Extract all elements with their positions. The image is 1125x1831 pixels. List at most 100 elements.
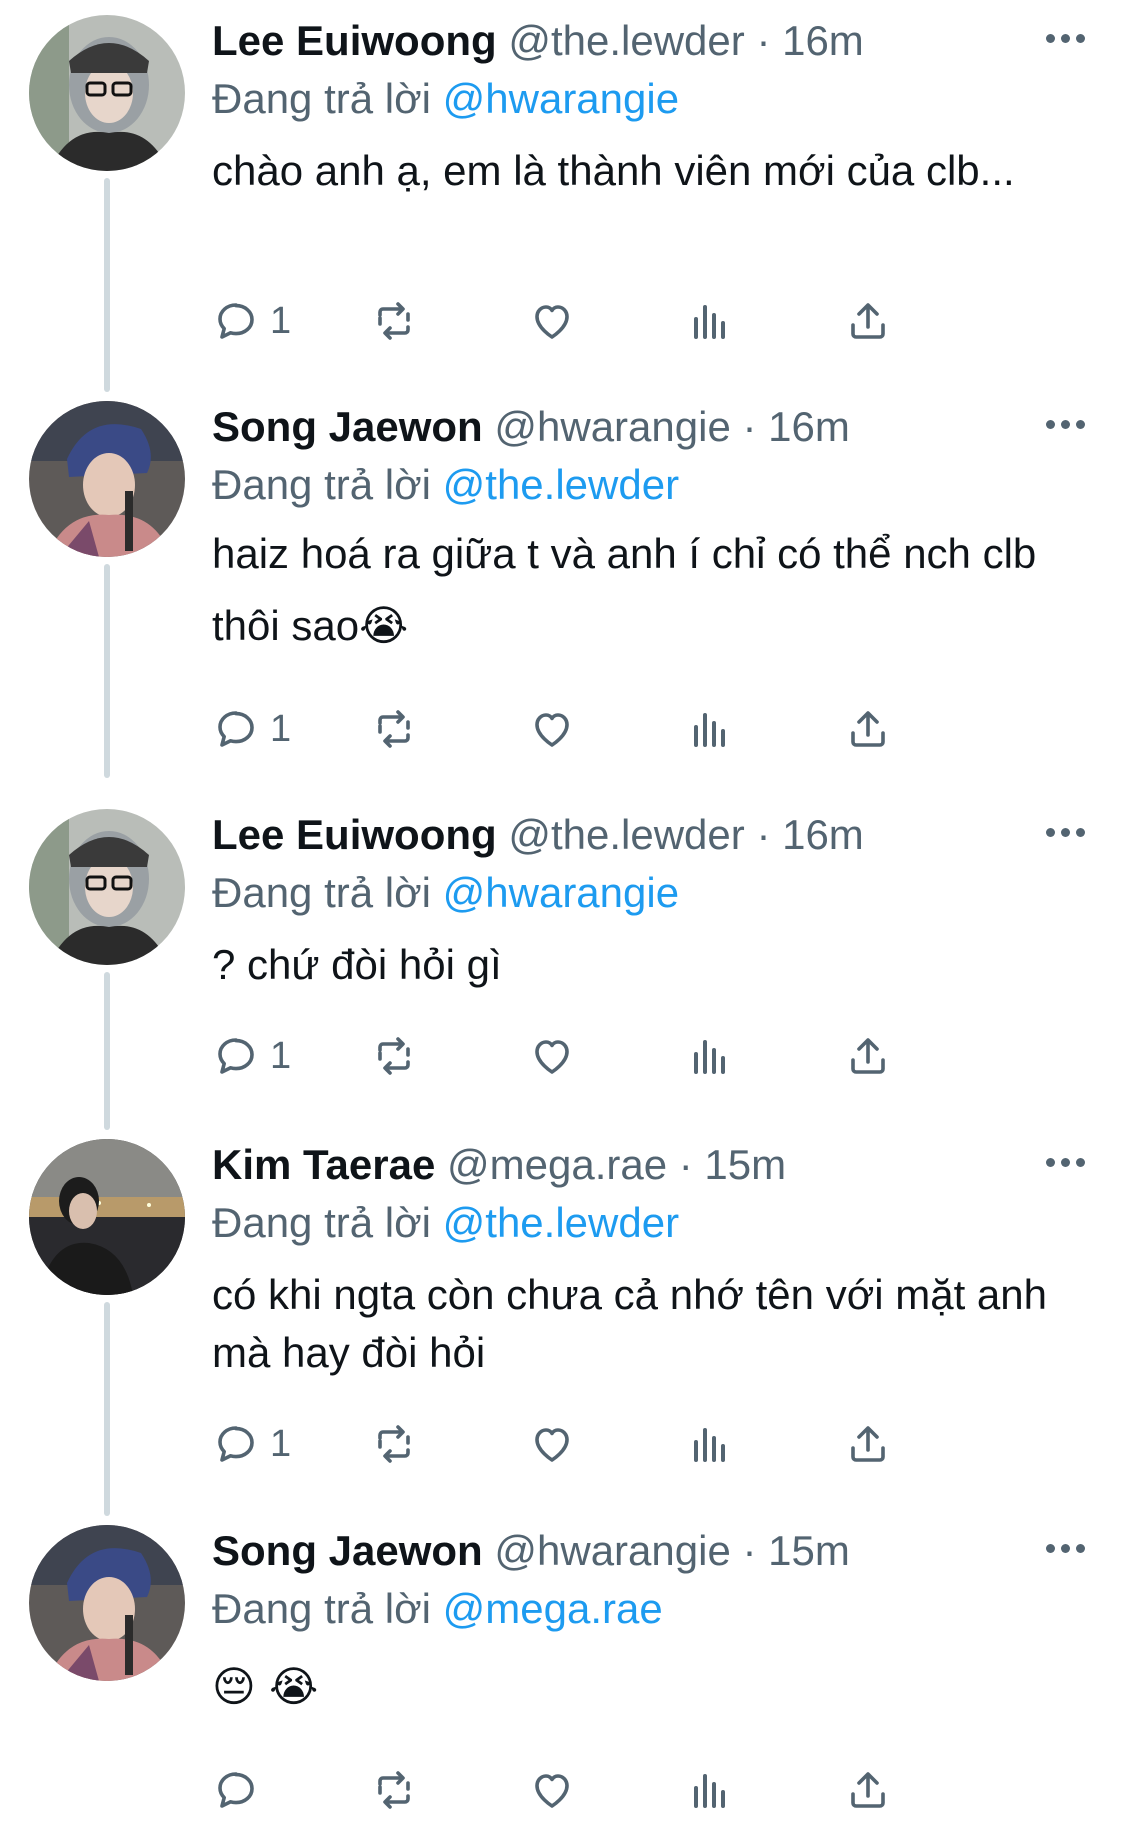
retweet-button[interactable]	[370, 293, 418, 349]
thread-line	[104, 972, 110, 1130]
retweet-button[interactable]	[370, 1762, 418, 1818]
mention-link[interactable]: @hwarangie	[443, 869, 679, 916]
avatar[interactable]	[29, 809, 185, 965]
views-icon	[694, 1774, 725, 1808]
reply-prefix: Đang trả lời	[212, 75, 431, 122]
tweet[interactable]: Song Jaewon @hwarangie · 16m Đang trả lờ…	[0, 386, 1125, 778]
more-icon[interactable]	[1046, 420, 1085, 429]
avatar[interactable]	[29, 15, 185, 171]
tweet-text: haiz hoá ra giữa t và anh í chỉ có thể n…	[212, 530, 1037, 649]
timestamp[interactable]: · 16m	[756, 17, 863, 64]
tweet[interactable]: Song Jaewon @hwarangie · 15m Đang trả lờ…	[0, 1510, 1125, 1831]
reply-context: Đang trả lời @the.lewder	[212, 1194, 1062, 1252]
share-icon	[851, 1038, 885, 1074]
action-bar: 1	[212, 1028, 1012, 1084]
more-icon[interactable]	[1046, 1158, 1085, 1167]
thread-line	[104, 1302, 110, 1516]
reply-context: Đang trả lời @mega.rae	[212, 1580, 1062, 1638]
tweet-header: Lee Euiwoong @the.lewder · 16m	[212, 12, 1062, 70]
tweet[interactable]: Lee Euiwoong @the.lewder · 16m Đang trả …	[0, 0, 1125, 392]
retweet-icon	[378, 710, 410, 748]
tweet-header: Song Jaewon @hwarangie · 16m	[212, 398, 1062, 456]
reply-button[interactable]: 1	[212, 701, 291, 757]
views-button[interactable]	[686, 1762, 734, 1818]
action-bar: 1	[212, 293, 1012, 349]
avatar[interactable]	[29, 1139, 185, 1295]
views-button[interactable]	[686, 1028, 734, 1084]
thread-line	[104, 178, 110, 392]
reply-count: 1	[270, 707, 292, 750]
like-button[interactable]	[528, 701, 576, 757]
more-icon[interactable]	[1046, 828, 1085, 837]
tweet-text: 😔 😭	[212, 1662, 319, 1711]
like-button[interactable]	[528, 1416, 576, 1472]
reply-icon	[218, 711, 254, 747]
reply-button[interactable]: 1	[212, 293, 291, 349]
reply-count: 1	[270, 299, 292, 342]
views-icon	[694, 305, 725, 339]
reply-button[interactable]: 1	[212, 1416, 291, 1472]
views-button[interactable]	[686, 1416, 734, 1472]
reply-icon	[218, 1038, 254, 1074]
share-icon	[851, 303, 885, 339]
timestamp[interactable]: · 16m	[742, 403, 849, 450]
display-name[interactable]: Lee Euiwoong	[212, 17, 497, 64]
heart-icon	[535, 1428, 569, 1462]
tweet[interactable]: Lee Euiwoong @the.lewder · 16m Đang trả …	[0, 794, 1125, 1130]
mention-link[interactable]: @the.lewder	[443, 461, 679, 508]
like-button[interactable]	[528, 1762, 576, 1818]
retweet-icon	[378, 1037, 410, 1075]
tweet-text: có khi ngta còn chưa cả nhớ tên với mặt …	[212, 1271, 1047, 1376]
like-button[interactable]	[528, 293, 576, 349]
more-icon[interactable]	[1046, 34, 1085, 43]
retweet-button[interactable]	[370, 1416, 418, 1472]
views-button[interactable]	[686, 701, 734, 757]
share-button[interactable]	[844, 1416, 892, 1472]
username[interactable]: @hwarangie	[494, 1527, 730, 1574]
tweet[interactable]: Kim Taerae @mega.rae · 15m Đang trả lời …	[0, 1124, 1125, 1516]
timestamp[interactable]: · 15m	[742, 1527, 849, 1574]
display-name[interactable]: Song Jaewon	[212, 1527, 483, 1574]
thread-line	[104, 564, 110, 778]
display-name[interactable]: Kim Taerae	[212, 1141, 435, 1188]
retweet-icon	[378, 1425, 410, 1463]
reply-button[interactable]	[212, 1762, 270, 1818]
more-icon[interactable]	[1046, 1544, 1085, 1553]
share-button[interactable]	[844, 701, 892, 757]
timestamp[interactable]: · 15m	[679, 1141, 786, 1188]
views-button[interactable]	[686, 293, 734, 349]
share-button[interactable]	[844, 293, 892, 349]
reply-count: 1	[270, 1034, 292, 1077]
mention-link[interactable]: @mega.rae	[443, 1585, 663, 1632]
reply-context: Đang trả lời @the.lewder	[212, 456, 1062, 514]
share-icon	[851, 1426, 885, 1462]
mention-link[interactable]: @the.lewder	[443, 1199, 679, 1246]
reply-prefix: Đang trả lời	[212, 1585, 431, 1632]
tweet-header: Song Jaewon @hwarangie · 15m	[212, 1522, 1062, 1580]
username[interactable]: @hwarangie	[494, 403, 730, 450]
display-name[interactable]: Song Jaewon	[212, 403, 483, 450]
views-icon	[694, 1040, 725, 1074]
display-name[interactable]: Lee Euiwoong	[212, 811, 497, 858]
like-button[interactable]	[528, 1028, 576, 1084]
tweet-text: chào anh ạ, em là thành viên mới của clb…	[212, 147, 1015, 194]
reply-context: Đang trả lời @hwarangie	[212, 70, 1062, 128]
avatar[interactable]	[29, 401, 185, 557]
retweet-button[interactable]	[370, 1028, 418, 1084]
username[interactable]: @the.lewder	[508, 811, 744, 858]
mention-link[interactable]: @hwarangie	[443, 75, 679, 122]
tweet-content: Lee Euiwoong @the.lewder · 16m Đang trả …	[212, 806, 1062, 994]
avatar[interactable]	[29, 1525, 185, 1681]
views-icon	[694, 713, 725, 747]
timestamp[interactable]: · 16m	[756, 811, 863, 858]
reply-prefix: Đang trả lời	[212, 1199, 431, 1246]
action-bar: 1	[212, 1416, 1012, 1472]
username[interactable]: @mega.rae	[447, 1141, 667, 1188]
retweet-button[interactable]	[370, 701, 418, 757]
reply-icon	[218, 303, 254, 339]
share-button[interactable]	[844, 1028, 892, 1084]
reply-button[interactable]: 1	[212, 1028, 291, 1084]
username[interactable]: @the.lewder	[508, 17, 744, 64]
reply-icon	[218, 1426, 254, 1462]
share-button[interactable]	[844, 1762, 892, 1818]
